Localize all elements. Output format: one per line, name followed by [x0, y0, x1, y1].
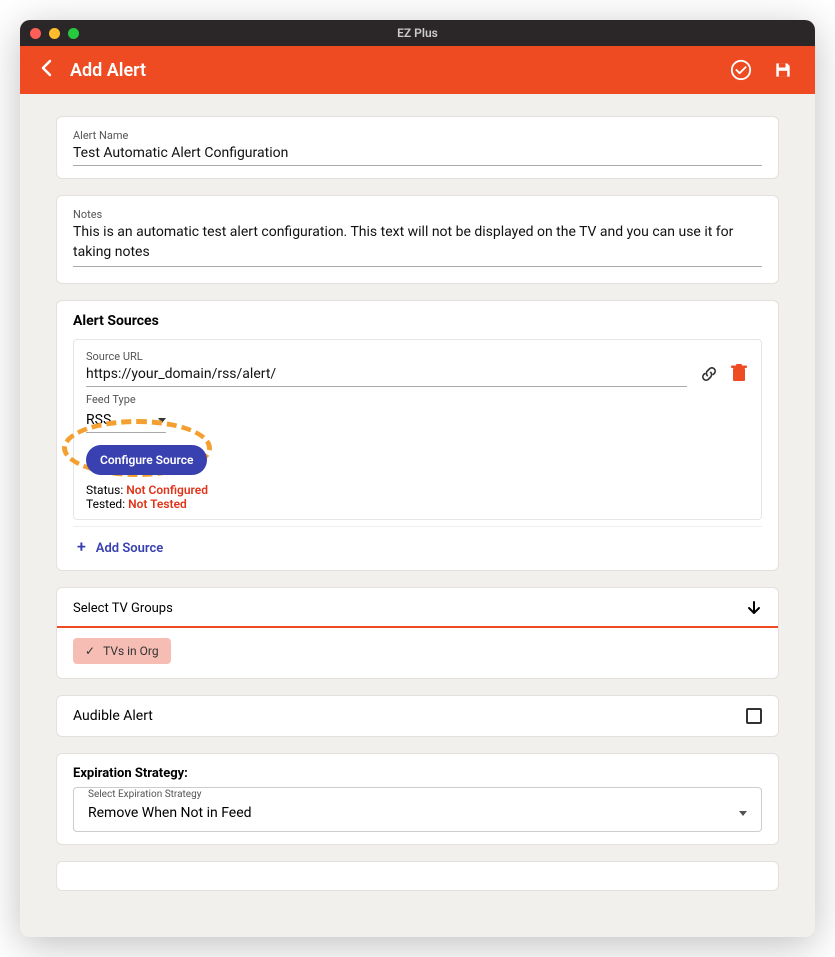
audible-alert-card: Audible Alert: [56, 695, 779, 737]
back-button[interactable]: [40, 58, 52, 82]
alert-name-input[interactable]: [73, 143, 762, 166]
link-icon[interactable]: [699, 364, 717, 382]
check-icon: ✓: [85, 644, 95, 658]
source-item: Source URL Feed Type RSS Configure Sourc…: [73, 339, 762, 520]
add-source-label: Add Source: [96, 541, 163, 556]
alert-sources-heading: Alert Sources: [73, 313, 762, 329]
expiration-legend: Select Expiration Strategy: [84, 789, 205, 800]
page-content: Alert Name Notes Alert Sources Source UR…: [20, 94, 815, 937]
expiration-value: Remove When Not in Feed: [88, 805, 252, 821]
alert-name-card: Alert Name: [56, 116, 779, 179]
notes-label: Notes: [73, 208, 762, 221]
expiration-fieldset: Select Expiration Strategy Remove When N…: [73, 787, 762, 832]
validate-button[interactable]: [729, 58, 753, 82]
status-label: Status:: [86, 483, 123, 497]
chevron-down-icon: [739, 811, 747, 816]
page-title: Add Alert: [70, 60, 711, 81]
app-window: EZ Plus Add Alert Alert Name Notes Alert…: [20, 20, 815, 937]
trash-icon[interactable]: [731, 364, 749, 382]
window-title: EZ Plus: [20, 26, 815, 40]
audible-alert-checkbox[interactable]: [746, 708, 762, 724]
expiration-select[interactable]: Remove When Not in Feed: [84, 805, 751, 831]
tv-groups-header[interactable]: Select TV Groups: [57, 588, 778, 628]
tested-value: Not Tested: [128, 497, 187, 511]
configure-source-button[interactable]: Configure Source: [86, 445, 207, 475]
source-tested: Tested: Not Tested: [86, 497, 687, 511]
feed-type-select[interactable]: RSS: [86, 410, 166, 433]
notes-input[interactable]: [73, 221, 762, 267]
save-button[interactable]: [771, 58, 795, 82]
arrow-down-icon: [746, 600, 762, 616]
partial-card: [56, 861, 779, 891]
feed-type-label: Feed Type: [86, 393, 687, 406]
feed-type-value: RSS: [86, 412, 111, 428]
add-source-button[interactable]: + Add Source: [73, 526, 762, 558]
expiration-card: Expiration Strategy: Select Expiration S…: [56, 753, 779, 845]
tv-groups-heading: Select TV Groups: [73, 601, 173, 616]
window-titlebar: EZ Plus: [20, 20, 815, 46]
status-value: Not Configured: [126, 483, 208, 497]
expiration-heading: Expiration Strategy:: [73, 766, 762, 781]
tv-group-chip[interactable]: ✓ TVs in Org: [73, 638, 171, 664]
alert-sources-card: Alert Sources Source URL Feed Type RSS: [56, 300, 779, 571]
alert-name-label: Alert Name: [73, 129, 762, 142]
chevron-down-icon: [158, 418, 166, 423]
tested-label: Tested:: [86, 497, 125, 511]
plus-icon: +: [77, 537, 86, 556]
source-url-input[interactable]: [86, 364, 687, 387]
audible-alert-label: Audible Alert: [73, 708, 153, 724]
app-header: Add Alert: [20, 46, 815, 94]
tv-group-chip-label: TVs in Org: [103, 644, 159, 658]
notes-card: Notes: [56, 195, 779, 284]
source-url-label: Source URL: [86, 350, 687, 363]
source-status: Status: Not Configured: [86, 483, 687, 497]
tv-groups-card: Select TV Groups ✓ TVs in Org: [56, 587, 779, 679]
